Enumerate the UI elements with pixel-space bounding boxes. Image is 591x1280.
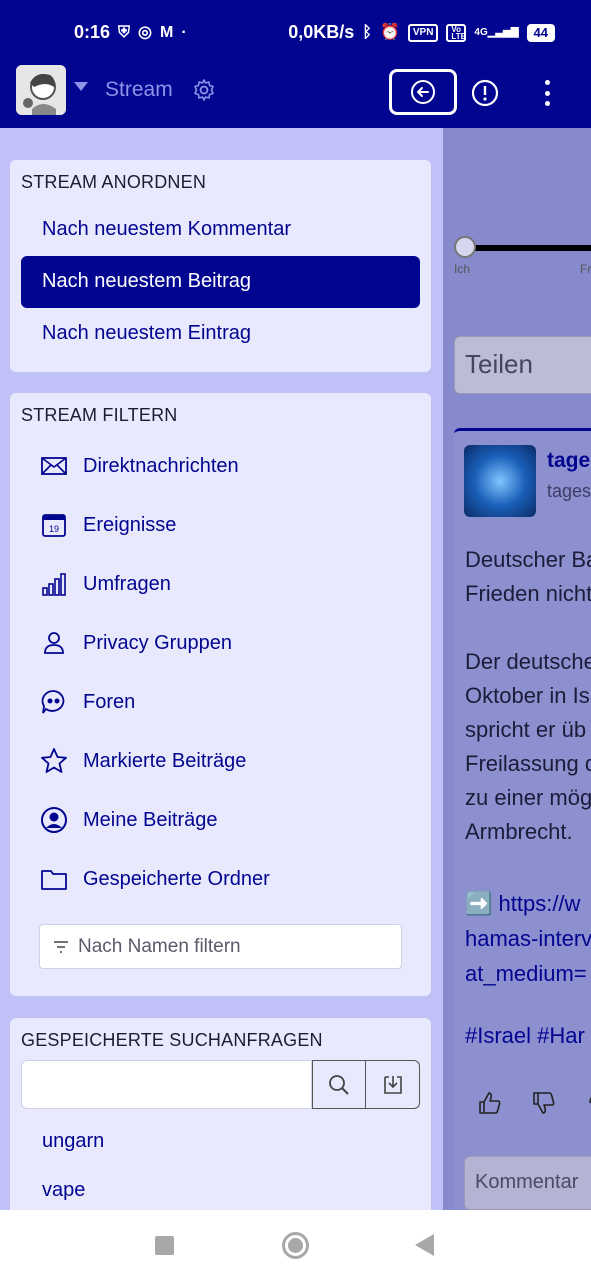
post-card: tage tages Deutscher Ba Frieden nicht De… [454,428,591,1210]
sort-newest-comment[interactable]: Nach neuestem Kommentar [21,204,420,256]
sort-newest-entry[interactable]: Nach neuestem Eintrag [21,308,420,360]
saved-search-input[interactable] [21,1060,312,1109]
volte-icon: Vo LTE [446,23,467,42]
gmail-icon: M [160,23,174,41]
folder-icon [41,870,67,890]
vpn-icon: VPN [407,23,439,42]
calendar-icon: 19 [42,514,66,537]
filter-polls[interactable]: Umfragen [40,564,171,604]
saved-search-item[interactable]: vape [42,1179,85,1202]
alarm-icon: ⏰ [379,23,400,41]
avatar[interactable] [16,65,66,115]
post-handle: tages [547,481,591,501]
back-nav-button[interactable] [415,1234,434,1256]
calendar-day: 19 [49,524,59,534]
sort-heading: STREAM ANORDNEN [21,172,207,192]
post-author-logo[interactable] [464,445,536,517]
filter-forums[interactable]: Foren [40,682,135,722]
post-body: Deutscher Ba Frieden nicht Der deutsche … [465,547,591,844]
filter-icon [54,940,68,953]
reshare-icon[interactable] [584,1089,591,1117]
filter-label: Umfragen [83,572,171,595]
user-circle-icon [41,807,67,833]
sort-newest-post[interactable]: Nach neuestem Beitrag [21,256,420,308]
signal-icon: 4G▁▃▅▇ [474,27,519,38]
bluetooth-icon: ᛒ [362,23,372,41]
system-nav-bar [0,1210,591,1280]
stream-content: Ich Fr Teilen tage tages Deutscher Ba Fr… [440,128,591,1210]
filter-label: Gespeicherte Ordner [83,867,270,890]
alert-icon[interactable] [470,78,500,108]
download-box-icon [383,1075,402,1094]
filter-starred-posts[interactable]: Markierte Beiträge [40,741,246,781]
search-button[interactable] [312,1060,366,1109]
home-button[interactable] [282,1232,309,1259]
saved-search-row [21,1060,420,1109]
saved-searches-panel: GESPEICHERTE SUCHANFRAGEN ungarn vape [10,1018,431,1210]
side-drawer: STREAM ANORDNEN Nach neuestem Kommentar … [0,128,443,1210]
filter-panel: STREAM FILTERN Direktnachrichten 19 Erei… [10,393,431,996]
shield-icon: ⛨ [118,23,131,41]
sort-panel: STREAM ANORDNEN Nach neuestem Kommentar … [10,160,431,372]
gear-icon[interactable] [192,78,216,102]
overflow-menu-icon[interactable] [535,78,559,108]
saved-search-item[interactable]: ungarn [42,1130,104,1153]
chrome-icon: ◎ [138,23,153,41]
name-filter-input[interactable]: Nach Namen filtern [39,924,402,969]
battery-icon: 44 [526,23,555,42]
quote-bubble-icon [41,690,65,714]
star-icon [41,748,67,773]
filter-events[interactable]: 19 Ereignisse [40,505,176,545]
bar-chart-icon [42,573,66,596]
save-search-button[interactable] [366,1060,420,1109]
account-dropdown-icon[interactable] [74,82,88,91]
status-bar: 0:16 ⛨ ◎ M · 0,0KB/s ᛒ ⏰ VPN Vo LTE 4G▁▃… [0,0,591,66]
clock: 0:16 [74,22,111,42]
app-title: Stream [105,78,173,101]
name-filter-placeholder: Nach Namen filtern [78,935,241,957]
filter-privacy-groups[interactable]: Privacy Gruppen [40,623,232,663]
post-link[interactable]: ➡️ https://w hamas-interv at_medium= [465,886,591,991]
filter-label: Meine Beiträge [83,808,218,831]
filter-saved-folders[interactable]: Gespeicherte Ordner [40,859,270,899]
avatar-image [16,65,66,115]
person-icon [44,632,64,654]
top-bar: 0:16 ⛨ ◎ M · 0,0KB/s ᛒ ⏰ VPN Vo LTE 4G▁▃… [0,0,591,128]
slider-label-right: Fr [580,262,591,276]
filter-label: Ereignisse [83,513,177,536]
thumbs-up-icon[interactable] [476,1089,504,1117]
thumbs-down-icon[interactable] [530,1089,558,1117]
filter-label: Foren [83,690,136,713]
share-input[interactable]: Teilen [454,336,591,394]
app-bar: Stream [0,62,591,124]
filter-direct-messages[interactable]: Direktnachrichten [40,446,239,486]
back-button[interactable] [389,69,457,115]
slider-label-left: Ich [454,262,471,276]
envelope-icon [41,457,67,475]
filter-heading: STREAM FILTERN [21,405,178,425]
network-type: 4G [474,27,488,38]
search-icon [329,1074,349,1095]
comment-input[interactable]: Kommentar [464,1156,591,1210]
filter-my-posts[interactable]: Meine Beiträge [40,800,218,840]
arrow-left-circle-icon [411,80,435,104]
filter-label: Privacy Gruppen [83,631,232,654]
recents-button[interactable] [155,1236,174,1255]
post-author[interactable]: tage [547,449,590,473]
saved-searches-heading: GESPEICHERTE SUCHANFRAGEN [21,1030,323,1050]
filter-label: Direktnachrichten [83,454,239,477]
dot-icon: · [181,23,187,41]
post-tags[interactable]: #Israel #Har [465,1023,585,1049]
net-speed: 0,0KB/s [288,22,355,42]
slider-thumb[interactable] [454,236,476,258]
slider-track [464,245,591,251]
filter-label: Markierte Beiträge [83,749,247,772]
